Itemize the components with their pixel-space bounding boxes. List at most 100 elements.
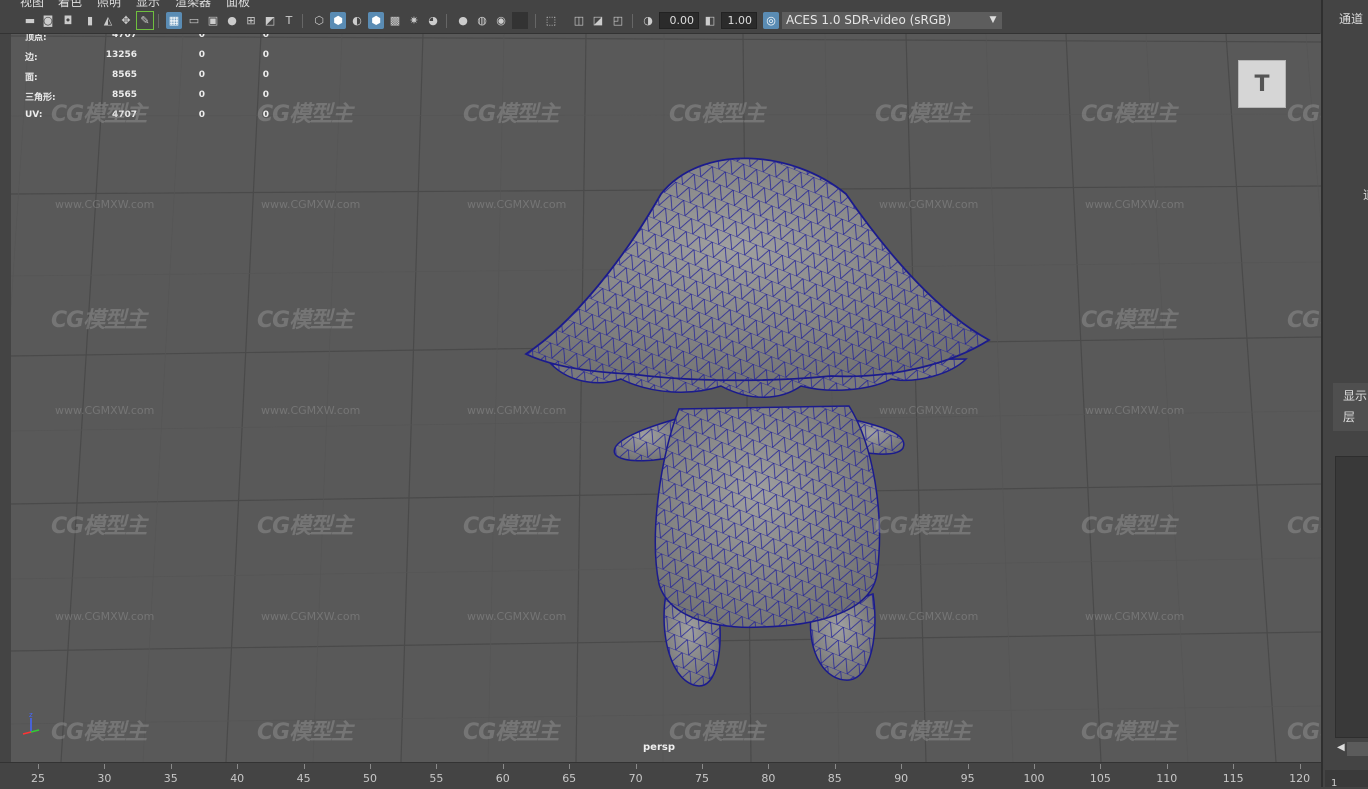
film-gate-icon[interactable]: ▭	[186, 12, 202, 29]
exposure-field[interactable]: 0.00	[659, 12, 699, 29]
gate-mask-icon[interactable]: ●	[224, 12, 240, 29]
timeline-tick-label: 115	[1222, 772, 1244, 785]
watermark-logo: CG模型主	[1287, 102, 1321, 127]
hud-value: 13256	[105, 50, 137, 60]
gamma-icon[interactable]: ◧	[702, 12, 718, 29]
gamma-field[interactable]: 1.00	[721, 12, 757, 29]
menu-lighting[interactable]: 照明	[97, 0, 121, 8]
grease-pencil-icon[interactable]: ✎	[136, 11, 154, 30]
watermark-logo: CG模型主	[669, 102, 765, 127]
axis-z-label: z	[29, 711, 33, 719]
timeline-tick	[702, 764, 703, 769]
viewport-panel[interactable]: 顶点: 4707 0 0 边: 13256 0 0 面: 8565 0 0 三角形: 8565 0 0 …	[11, 34, 1321, 762]
watermark-url: www.CGMXW.com	[467, 198, 567, 211]
timeline-tick-label: 75	[695, 772, 709, 785]
screen-space-ao-icon[interactable]: ●	[455, 12, 471, 29]
use-default-material-icon[interactable]: ◐	[349, 12, 365, 29]
depth-of-field-icon[interactable]	[512, 12, 528, 29]
hud-value: 8565	[111, 70, 137, 80]
safe-title-icon[interactable]: T	[281, 12, 297, 29]
watermark-logo: CG模型主	[463, 102, 559, 127]
watermark-logo: CG模型主	[1287, 514, 1321, 539]
channel-box-panel: 通道 道 显示 层 ◀ 1	[1321, 0, 1368, 789]
xray-joints-icon[interactable]: ◪	[590, 12, 606, 29]
menu-panels[interactable]: 面板	[226, 0, 250, 8]
watermark-logo: CG模型主	[257, 308, 353, 333]
xray-icon[interactable]: ◫	[571, 12, 587, 29]
timeline-tick-label: 35	[163, 772, 178, 785]
timeline-tick	[768, 764, 770, 769]
watermark-logo: CG模型主	[463, 720, 559, 745]
camera-name-label: persp	[643, 742, 675, 753]
hud-row-edges: 边: 13256 0 0	[25, 50, 285, 70]
lock-camera-icon[interactable]: ◙	[40, 12, 56, 29]
timeline-tick	[569, 764, 571, 769]
timeline-tick-label: 60	[495, 772, 510, 785]
watermark-url: www.CGMXW.com	[879, 404, 979, 417]
timeline-tick	[1233, 764, 1235, 769]
exposure-icon[interactable]: ◑	[640, 12, 656, 29]
wireframe-icon[interactable]: ⬡	[311, 12, 327, 29]
hud-value: 0	[262, 70, 269, 80]
bookmark-icon[interactable]: ▮	[82, 12, 98, 29]
image-plane-icon[interactable]: ◭	[100, 12, 116, 29]
hud-value: 0	[198, 90, 205, 100]
timeline-tick-label: 95	[960, 772, 975, 785]
menu-shading[interactable]: 着色	[58, 0, 82, 8]
timeline-tick	[370, 764, 371, 769]
watermark-logo: CG模型主	[875, 720, 971, 745]
xray-active-components-icon[interactable]: ◰	[610, 12, 626, 29]
menu-view[interactable]: 视图	[20, 0, 44, 8]
resolution-gate-icon[interactable]: ▣	[205, 12, 221, 29]
scroll-left-icon[interactable]: ◀	[1337, 742, 1345, 753]
isolate-select-icon[interactable]: ⬚	[543, 12, 559, 29]
shadows-icon[interactable]: ◕	[425, 12, 441, 29]
hud-label: 面:	[25, 73, 38, 83]
color-management-icon[interactable]: ◎	[763, 12, 779, 29]
color-space-dropdown[interactable]: ACES 1.0 SDR-video (sRGB) ▼	[782, 12, 1002, 29]
field-chart-icon[interactable]: ⊞	[243, 12, 259, 29]
timeline-tick-label: 120	[1289, 772, 1311, 785]
range-start-value: 1	[1331, 778, 1338, 789]
tab-display[interactable]: 显示	[1343, 387, 1367, 404]
watermark-url: www.CGMXW.com	[261, 404, 361, 417]
watermark-logo: CG模型主	[51, 720, 147, 745]
timeline-tick-label: 30	[97, 772, 112, 785]
wireframe-on-shaded-icon[interactable]: ⬢	[368, 12, 384, 29]
watermark-url: www.CGMXW.com	[879, 610, 979, 623]
range-start-field[interactable]: 1	[1325, 770, 1368, 789]
watermark-url: www.CGMXW.com	[1085, 404, 1185, 417]
watermark-logo: CG模型主	[51, 514, 147, 539]
timeline-tick	[1166, 764, 1168, 769]
tab-layer[interactable]: 层	[1343, 408, 1355, 425]
layer-list[interactable]	[1335, 456, 1368, 738]
use-all-lights-icon[interactable]: ✷	[406, 12, 422, 29]
safe-action-icon[interactable]: ◩	[262, 12, 278, 29]
timeline-tick	[237, 764, 239, 769]
timeline-tick-label: 80	[761, 772, 776, 785]
watermark-logo: CG模型主	[1081, 514, 1177, 539]
timeline-tick-label: 85	[827, 772, 842, 785]
watermark-logo: CG模型主	[463, 514, 559, 539]
textured-icon[interactable]: ▩	[387, 12, 403, 29]
multisample-aa-icon[interactable]: ◉	[493, 12, 509, 29]
channel-box-title[interactable]: 通道	[1339, 10, 1363, 27]
hud-value: 4707	[111, 34, 137, 40]
timeline-tick-label: 65	[562, 772, 577, 785]
grid-icon[interactable]: ▦	[166, 12, 182, 29]
hud-value: 0	[198, 34, 205, 40]
timeline-tick-label: 40	[230, 772, 245, 785]
motion-blur-icon[interactable]: ◍	[474, 12, 490, 29]
horizontal-scrollbar[interactable]	[1347, 742, 1368, 756]
2d-pan-zoom-icon[interactable]: ✥	[118, 12, 134, 29]
camera-attributes-icon[interactable]: ◘	[60, 12, 76, 29]
menu-show[interactable]: 显示	[136, 0, 160, 8]
panel-toolbar: ▬ ◙ ◘ ▮ ◭ ✥ ✎ ▦ ▭ ▣ ● ⊞ ◩ T ⬡ ⬢ ◐ ⬢ ▩ ✷ …	[0, 8, 1320, 34]
chevron-down-icon[interactable]: ▼	[984, 12, 1002, 29]
time-slider[interactable]: 25 30 35 40 45 50 55 60 65 70 75 80 85 90 95 100 105 110 1…	[0, 762, 1321, 787]
viewcube[interactable]: T	[1238, 60, 1286, 108]
select-camera-icon[interactable]: ▬	[22, 12, 38, 29]
smooth-shade-icon[interactable]: ⬢	[330, 12, 346, 29]
menu-renderer[interactable]: 渲染器	[175, 0, 211, 8]
watermark-url: www.CGMXW.com	[261, 610, 361, 623]
